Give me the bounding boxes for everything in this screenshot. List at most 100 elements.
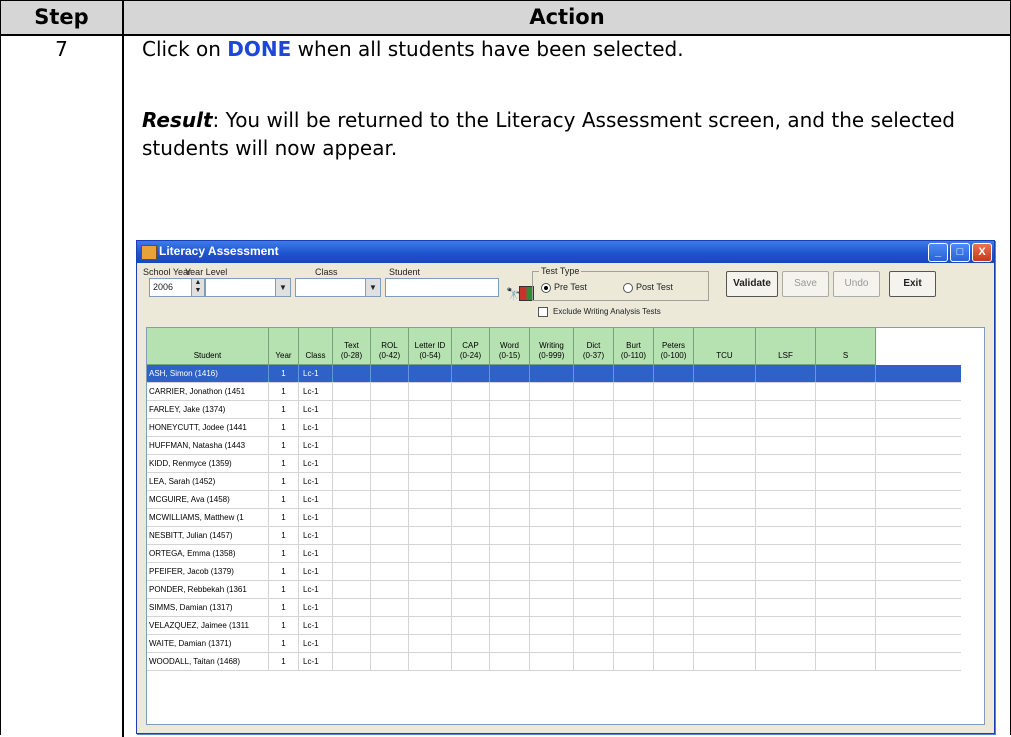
score-cell[interactable] [530,581,574,598]
year-cell[interactable]: 1 [269,383,299,400]
save-button[interactable]: Save [782,271,829,297]
score-cell[interactable] [333,491,371,508]
score-cell[interactable] [816,545,876,562]
score-cell[interactable] [409,545,452,562]
score-cell[interactable] [574,635,614,652]
score-cell[interactable] [574,545,614,562]
score-cell[interactable] [756,617,816,634]
score-cell[interactable] [530,527,574,544]
score-cell[interactable] [816,563,876,580]
score-cell[interactable] [574,617,614,634]
score-cell[interactable] [452,473,490,490]
score-cell[interactable] [614,545,654,562]
year-cell[interactable]: 1 [269,455,299,472]
score-cell[interactable] [333,563,371,580]
score-cell[interactable] [654,491,694,508]
score-cell[interactable] [409,635,452,652]
score-cell[interactable] [654,599,694,616]
class-cell[interactable]: Lc-1 [299,509,333,526]
score-cell[interactable] [371,599,409,616]
score-cell[interactable] [574,419,614,436]
score-cell[interactable] [694,419,756,436]
maximize-button[interactable]: □ [950,243,970,262]
score-cell[interactable] [654,509,694,526]
class-cell[interactable]: Lc-1 [299,581,333,598]
score-cell[interactable] [694,491,756,508]
score-cell[interactable] [756,419,816,436]
score-cell[interactable] [654,563,694,580]
score-cell[interactable] [409,509,452,526]
score-cell[interactable] [694,635,756,652]
score-cell[interactable] [654,365,694,382]
table-row[interactable]: WOODALL, Taitan (1468) 1 Lc-1 [147,653,961,671]
score-cell[interactable] [756,581,816,598]
score-cell[interactable] [530,419,574,436]
score-cell[interactable] [756,455,816,472]
score-cell[interactable] [756,473,816,490]
score-cell[interactable] [614,491,654,508]
score-cell[interactable] [530,401,574,418]
score-cell[interactable] [409,455,452,472]
year-cell[interactable]: 1 [269,419,299,436]
table-row[interactable]: PONDER, Rebbekah (1361 1 Lc-1 [147,581,961,599]
score-cell[interactable] [452,599,490,616]
year-cell[interactable]: 1 [269,617,299,634]
score-cell[interactable] [371,401,409,418]
class-cell[interactable]: Lc-1 [299,599,333,616]
score-cell[interactable] [654,383,694,400]
score-cell[interactable] [371,491,409,508]
score-cell[interactable] [654,581,694,598]
column-header[interactable]: CAP (0-24) [452,328,490,365]
class-cell[interactable]: Lc-1 [299,563,333,580]
class-cell[interactable]: Lc-1 [299,635,333,652]
column-header[interactable]: Class [299,328,333,365]
score-cell[interactable] [574,401,614,418]
score-cell[interactable] [452,581,490,598]
year-cell[interactable]: 1 [269,545,299,562]
column-header[interactable]: LSF [756,328,816,365]
score-cell[interactable] [816,635,876,652]
validate-button[interactable]: Validate [726,271,778,297]
table-row[interactable]: ASH, Simon (1416) 1 Lc-1 [147,365,961,383]
score-cell[interactable] [452,401,490,418]
column-header[interactable]: TCU [694,328,756,365]
table-row[interactable]: FARLEY, Jake (1374) 1 Lc-1 [147,401,961,419]
score-cell[interactable] [614,437,654,454]
score-cell[interactable] [409,563,452,580]
score-cell[interactable] [333,527,371,544]
score-cell[interactable] [530,617,574,634]
student-cell[interactable]: MCGUIRE, Ava (1458) [147,491,269,508]
score-cell[interactable] [816,509,876,526]
score-cell[interactable] [816,527,876,544]
table-row[interactable]: PFEIFER, Jacob (1379) 1 Lc-1 [147,563,961,581]
score-cell[interactable] [409,491,452,508]
table-row[interactable]: HONEYCUTT, Jodee (1441 1 Lc-1 [147,419,961,437]
score-cell[interactable] [333,545,371,562]
table-row[interactable]: SIMMS, Damian (1317) 1 Lc-1 [147,599,961,617]
score-cell[interactable] [333,509,371,526]
score-cell[interactable] [756,635,816,652]
score-cell[interactable] [694,383,756,400]
score-cell[interactable] [694,437,756,454]
score-cell[interactable] [333,419,371,436]
student-cell[interactable]: LEA, Sarah (1452) [147,473,269,490]
exit-button[interactable]: Exit [889,271,936,297]
year-cell[interactable]: 1 [269,527,299,544]
score-cell[interactable] [614,401,654,418]
score-cell[interactable] [452,509,490,526]
score-cell[interactable] [574,653,614,670]
score-cell[interactable] [490,401,530,418]
score-cell[interactable] [333,617,371,634]
score-cell[interactable] [452,455,490,472]
score-cell[interactable] [452,635,490,652]
pre-test-radio[interactable]: Pre Test [541,282,587,293]
score-cell[interactable] [333,653,371,670]
score-cell[interactable] [371,365,409,382]
score-cell[interactable] [409,401,452,418]
year-cell[interactable]: 1 [269,509,299,526]
student-cell[interactable]: ORTEGA, Emma (1358) [147,545,269,562]
score-cell[interactable] [614,365,654,382]
score-cell[interactable] [574,455,614,472]
undo-button[interactable]: Undo [833,271,880,297]
score-cell[interactable] [371,383,409,400]
